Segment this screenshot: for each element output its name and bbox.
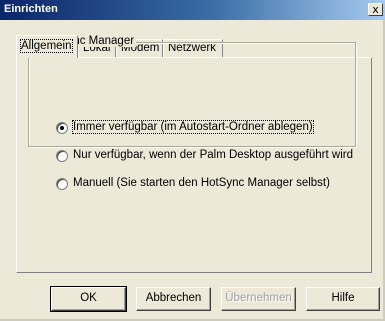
radio-button[interactable]: [56, 178, 68, 190]
tab-label: Allgemein: [20, 39, 73, 53]
radio-button[interactable]: [56, 150, 68, 162]
radio-label: Nur verfügbar, wenn der Palm Desktop aus…: [73, 149, 353, 161]
radio-label: Immer verfügbar (im Autostart-Ordner abl…: [72, 120, 314, 134]
cancel-button[interactable]: Abbrechen: [136, 287, 211, 311]
apply-button[interactable]: Übernehmen: [221, 287, 296, 311]
close-button[interactable]: x: [368, 3, 383, 16]
title-bar[interactable]: Einrichten x: [0, 0, 385, 20]
setup-dialog: Einrichten x Allgemein Lokal Modem Netzw…: [0, 0, 385, 321]
tab-allgemein[interactable]: Allgemein: [16, 35, 78, 58]
radio-button-checked[interactable]: [56, 122, 68, 134]
radio-label: Manuell (Sie starten den HotSync Manager…: [73, 177, 330, 189]
help-button[interactable]: Hilfe: [306, 287, 380, 311]
window-title: Einrichten: [4, 3, 58, 15]
close-icon: x: [372, 3, 379, 16]
ok-button[interactable]: OK: [50, 286, 127, 312]
